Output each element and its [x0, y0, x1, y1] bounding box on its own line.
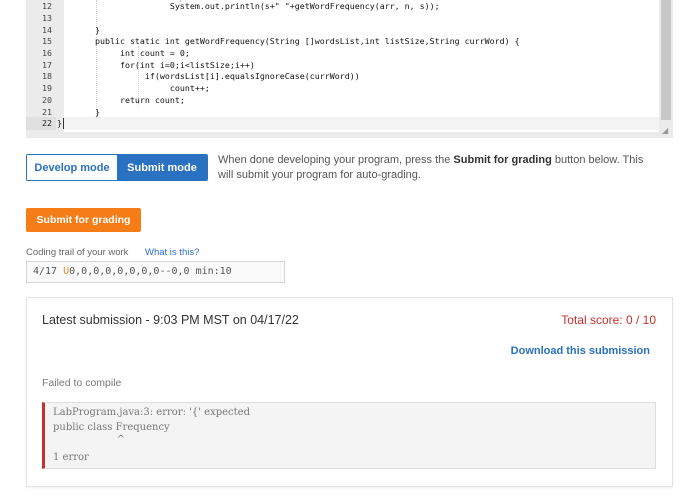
code-line[interactable]: count++;	[70, 82, 210, 94]
mode-toggle: Develop mode Submit mode	[26, 154, 208, 181]
download-submission-link[interactable]: Download this submission	[480, 345, 650, 357]
help-bold: Submit for grading	[453, 154, 552, 166]
code-line[interactable]: if(wordsList[i].equalsIgnoreCase(currWor…	[70, 70, 360, 82]
code-line[interactable]: public static int getWordFrequency(Strin…	[70, 35, 520, 47]
code-line[interactable]: }	[70, 106, 100, 118]
current-line-highlight	[64, 117, 659, 130]
code-line[interactable]: return count;	[70, 94, 185, 106]
mode-help-text: When done developing your program, press…	[218, 153, 658, 182]
coding-trail-box: 4/17 U0,0,0,0,0,0,0,0--0,0 min:10	[26, 261, 285, 283]
coding-trail-label: Coding trail of your work	[26, 247, 129, 258]
error-line: LabProgram.java:3: error: '{' expected	[53, 407, 250, 418]
line-number: 22	[42, 118, 52, 128]
compile-status: Failed to compile	[42, 377, 122, 389]
trail-rest: 0,0,0,0,0,0,0,0--0,0 min:10	[69, 266, 232, 277]
code-line[interactable]: System.out.println(s+" "+getWordFrequenc…	[70, 0, 440, 12]
resize-grip-icon[interactable]: ◢	[662, 126, 671, 135]
line-number: 12	[42, 1, 52, 11]
code-line[interactable]: }	[57, 117, 62, 129]
text-cursor	[63, 118, 64, 129]
line-number: 13	[42, 13, 52, 23]
line-number: 15	[42, 36, 52, 46]
line-number: 20	[42, 95, 52, 105]
line-number: 16	[42, 48, 52, 58]
submission-title: Latest submission - 9:03 PM MST on 04/17…	[42, 313, 299, 327]
trail-prefix: 4/17	[33, 266, 64, 277]
help-prefix: When done developing your program, press…	[218, 154, 454, 166]
what-is-this-link[interactable]: What is this?	[145, 247, 199, 258]
develop-mode-button[interactable]: Develop mode	[27, 155, 117, 180]
line-number: 19	[42, 83, 52, 93]
submit-mode-button[interactable]: Submit mode	[117, 155, 207, 180]
error-line: 1 error	[53, 452, 89, 463]
error-output-box: LabProgram.java:3: error: '{' expected p…	[42, 402, 656, 469]
submit-for-grading-button[interactable]: Submit for grading	[26, 208, 141, 232]
vertical-scrollbar[interactable]	[661, 0, 671, 120]
total-score: Total score: 0 / 10	[561, 313, 656, 327]
line-number: 18	[42, 71, 52, 81]
code-line[interactable]: int count = 0;	[70, 47, 190, 59]
error-line: ^	[53, 434, 125, 445]
